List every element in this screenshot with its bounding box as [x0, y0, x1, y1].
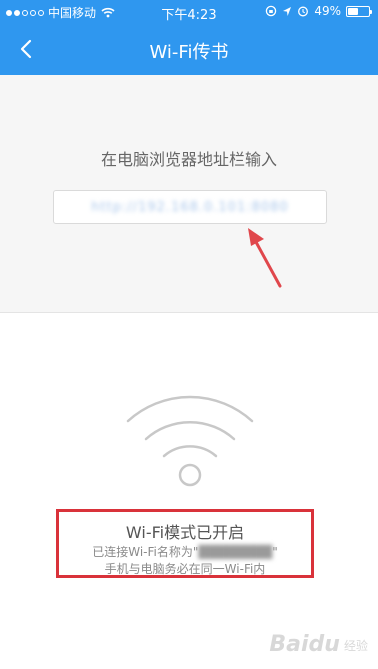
wifi-connected-suffix: ": [272, 545, 278, 559]
status-right: 49%: [265, 4, 372, 18]
address-section: 在电脑浏览器地址栏输入 http://192.168.0.101:8080: [0, 75, 378, 313]
baidu-watermark: Baidu 经验: [269, 632, 368, 657]
wifi-status-box: Wi-Fi模式已开启 已连接Wi-Fi名称为"████████" 手机与电脑务必…: [56, 509, 314, 578]
wifi-status-title: Wi-Fi模式已开启: [125, 523, 245, 542]
location-icon: [283, 6, 292, 16]
wifi-ssid: ████████: [198, 545, 273, 559]
baidu-logo: Baidu: [269, 632, 340, 657]
wifi-connected-prefix: 已连接Wi-Fi名称为": [92, 545, 199, 559]
status-bar: 中国移动 下午4:23 49%: [0, 0, 378, 24]
address-url: http://192.168.0.101:8080: [91, 199, 289, 215]
alarm-icon: [298, 6, 309, 17]
same-network-note: 手机与电脑务必在同一Wi-Fi内: [104, 562, 266, 576]
page-title: Wi-Fi传书: [149, 42, 229, 63]
rotation-lock-icon: [266, 5, 277, 17]
wifi-icon: [126, 395, 254, 487]
nav-bar: Wi-Fi传书: [0, 24, 378, 75]
instruction-text: 在电脑浏览器地址栏输入: [100, 150, 277, 169]
wifi-connected-line: 已连接Wi-Fi名称为"████████": [59, 543, 311, 560]
app-header: 中国移动 下午4:23 49% Wi-Fi传书: [0, 0, 378, 75]
battery-icon: [346, 5, 372, 17]
baidu-jingyan-label: 经验: [343, 639, 368, 653]
battery-percent: 49%: [314, 4, 341, 18]
pointer-arrow-icon: [248, 228, 282, 288]
battery-level-fill: [348, 7, 358, 15]
address-field[interactable]: http://192.168.0.101:8080: [53, 190, 327, 224]
